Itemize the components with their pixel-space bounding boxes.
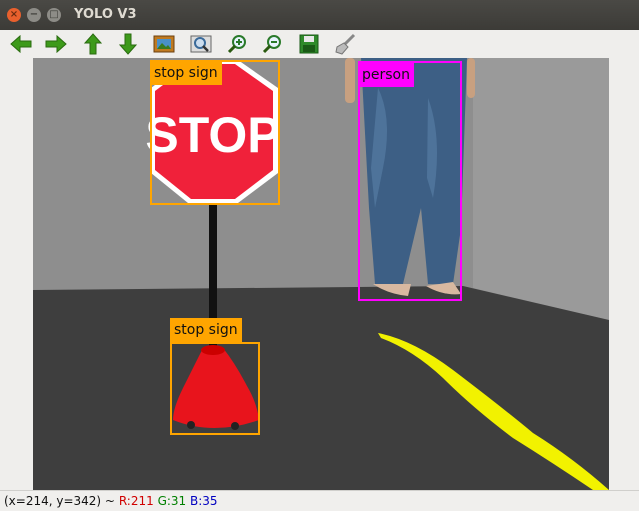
zoom-out-icon[interactable] <box>262 34 284 54</box>
forward-arrow-icon[interactable] <box>45 34 67 54</box>
up-arrow-icon[interactable] <box>82 33 104 55</box>
window-title: YOLO V3 <box>74 7 137 22</box>
back-arrow-icon[interactable] <box>10 34 32 54</box>
detection-label-stop-sign-top: stop sign <box>150 61 222 85</box>
detection-image: STOP stop sign person stop sign <box>33 58 609 490</box>
window-titlebar: × − □ YOLO V3 <box>0 0 639 30</box>
minimize-window-button[interactable]: − <box>27 8 41 22</box>
detection-label-stop-sign-bottom: stop sign <box>170 318 242 342</box>
down-arrow-icon[interactable] <box>117 33 139 55</box>
clear-brush-icon[interactable] <box>334 33 356 55</box>
save-icon[interactable] <box>298 34 320 54</box>
detection-box-person <box>358 61 462 301</box>
pixel-red-value: R:211 <box>118 494 154 508</box>
toolbar <box>0 30 639 58</box>
close-window-button[interactable]: × <box>7 8 21 22</box>
detection-box-stop-sign-bottom <box>170 342 260 435</box>
zoom-in-icon[interactable] <box>227 34 249 54</box>
status-bar: (x=214, y=342) ~ R:211 G:31 B:35 <box>0 490 639 511</box>
image-canvas[interactable]: STOP stop sign person stop sign <box>0 58 639 490</box>
zoom-fit-icon[interactable] <box>190 34 212 54</box>
maximize-window-button[interactable]: □ <box>47 8 61 22</box>
image-icon[interactable] <box>153 34 175 54</box>
scene-graphic: STOP <box>33 58 609 490</box>
pixel-green-value: G:31 <box>157 494 187 508</box>
detection-label-person: person <box>358 63 414 87</box>
pixel-coordinates: (x=214, y=342) ~ <box>4 494 115 508</box>
pixel-blue-value: B:35 <box>190 494 218 508</box>
